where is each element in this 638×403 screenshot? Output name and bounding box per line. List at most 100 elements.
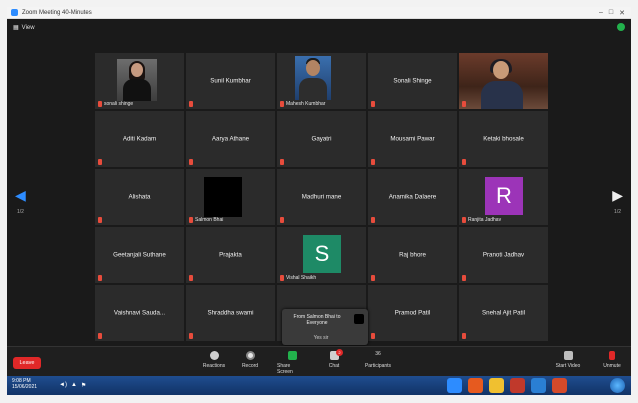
profile-photo: [295, 56, 331, 100]
profile-photo: [117, 59, 157, 101]
participant-name: Shraddha swami: [207, 309, 254, 317]
next-page-arrow-icon[interactable]: ▶: [612, 187, 623, 204]
minimize-icon[interactable]: –: [599, 9, 603, 17]
chat-unread-badge: 2: [336, 349, 343, 356]
start-button-icon[interactable]: [610, 378, 625, 393]
chat-notification[interactable]: From Salmon Bhai to Everyone Yes sir: [282, 309, 368, 345]
window-controls: – □ ✕: [599, 9, 625, 17]
record-icon: [245, 351, 255, 360]
participant-name: Mahesh Kumbhar: [286, 101, 326, 107]
flag-icon[interactable]: ⚑: [81, 382, 86, 389]
zoom-taskbar-icon[interactable]: [447, 378, 462, 393]
muted-mic-icon: [189, 159, 193, 165]
muted-mic-icon: [280, 275, 284, 281]
participant-tile[interactable]: Pranoti Jadhav: [459, 227, 548, 283]
meeting-toolbar: Leave Reactions Record Share Screen 2 Ch…: [7, 346, 631, 376]
taskbar-clock[interactable]: 9:08 PM 15/06/2021: [12, 378, 37, 390]
participant-tile[interactable]: Shraddha swami: [186, 285, 275, 341]
participant-tile[interactable]: Pramod Patil: [368, 285, 457, 341]
participant-name: Madhuri mane: [301, 193, 342, 201]
participant-tile[interactable]: Ketaki bhosale: [459, 111, 548, 167]
share-screen-label: Share Screen: [277, 363, 293, 375]
participant-tile[interactable]: Salmon Bhai: [186, 169, 275, 225]
network-icon[interactable]: ▲: [71, 382, 77, 389]
participant-name: Geetanjali Suthane: [113, 251, 166, 259]
participant-tile[interactable]: Anamika Dalaere: [368, 169, 457, 225]
windows-taskbar: 9:08 PM 15/06/2021 ◄) ▲ ⚑: [7, 376, 631, 395]
profile-photo: [204, 177, 242, 217]
previous-page-arrow-icon[interactable]: ◀: [15, 187, 26, 204]
view-label: View: [21, 24, 35, 31]
office-taskbar-icon[interactable]: [552, 378, 567, 393]
participant-name: Ranjita Jadhav: [468, 217, 502, 223]
muted-mic-icon: [189, 333, 193, 339]
page-indicator-right: 1/2: [614, 209, 621, 215]
chat-notification-message: Yes sir: [313, 335, 329, 341]
security-shield-icon[interactable]: [617, 23, 625, 31]
participant-name: sonali shinge: [104, 101, 134, 107]
muted-mic-icon: [280, 101, 284, 107]
participant-tile[interactable]: [459, 53, 548, 109]
participant-video: [459, 53, 548, 109]
participant-tile[interactable]: Snehal Ajit Patil: [459, 285, 548, 341]
participant-tile[interactable]: Gayatri: [277, 111, 366, 167]
participant-name: Aditi Kadam: [122, 135, 157, 143]
record-button[interactable]: Record: [235, 351, 265, 369]
taskbar-apps: [447, 378, 567, 393]
participant-name: Ketaki bhosale: [483, 135, 524, 143]
participant-tile[interactable]: Mousami Pawar: [368, 111, 457, 167]
muted-mic-icon: [280, 159, 284, 165]
participant-tile[interactable]: Vaishnavi Sauda...: [95, 285, 184, 341]
folder-taskbar-icon[interactable]: [489, 378, 504, 393]
page-indicator-left: 1/2: [17, 209, 24, 215]
muted-mic-icon: [609, 351, 615, 360]
participant-name: Raj bhore: [399, 251, 426, 259]
view-button[interactable]: ▦ View: [13, 24, 35, 32]
muted-mic-icon: [98, 159, 102, 165]
participant-name: Alishata: [128, 193, 151, 201]
media-taskbar-icon[interactable]: [531, 378, 546, 393]
participant-name: Vishal Shaikh: [286, 275, 317, 281]
participant-tile[interactable]: R Ranjita Jadhav: [459, 169, 548, 225]
participant-tile[interactable]: Madhuri mane: [277, 169, 366, 225]
muted-mic-icon: [371, 217, 375, 223]
reactions-button[interactable]: Reactions: [199, 351, 229, 369]
participant-tile[interactable]: Sunil Kumbhar: [186, 53, 275, 109]
app-taskbar-icon[interactable]: [510, 378, 525, 393]
muted-mic-icon: [98, 101, 102, 107]
participant-grid: sonali shinge Sunil Kumbhar Mahesh Kumbhar…: [95, 53, 551, 343]
participant-tile[interactable]: Alishata: [95, 169, 184, 225]
participant-name: Vaishnavi Sauda...: [113, 309, 166, 317]
participant-tile[interactable]: Geetanjali Suthane: [95, 227, 184, 283]
participant-tile[interactable]: Mahesh Kumbhar: [277, 53, 366, 109]
muted-mic-icon: [189, 217, 193, 223]
window-titlebar: Zoom Meeting 40-Minutes – □ ✕: [7, 7, 631, 19]
avatar-letter: R: [485, 177, 523, 215]
video-off-icon: [563, 351, 573, 360]
participant-tile[interactable]: Prajakta: [186, 227, 275, 283]
muted-mic-icon: [371, 333, 375, 339]
participant-tile[interactable]: Raj bhore: [368, 227, 457, 283]
participants-button[interactable]: 36 Participants: [363, 351, 393, 369]
muted-mic-icon: [98, 275, 102, 281]
avatar-letter: S: [303, 235, 341, 273]
maximize-icon[interactable]: □: [609, 9, 613, 17]
start-video-button[interactable]: Start Video: [553, 351, 583, 369]
muted-mic-icon: [98, 217, 102, 223]
participant-tile[interactable]: Aarya Athane: [186, 111, 275, 167]
participant-tile[interactable]: S Vishal Shaikh: [277, 227, 366, 283]
close-icon[interactable]: ✕: [619, 9, 625, 17]
leave-button[interactable]: Leave: [13, 357, 41, 369]
muted-mic-icon: [189, 101, 193, 107]
participant-name: Sunil Kumbhar: [210, 77, 251, 85]
participant-tile[interactable]: Sonali Shinge: [368, 53, 457, 109]
muted-mic-icon: [371, 101, 375, 107]
participant-tile[interactable]: Aditi Kadam: [95, 111, 184, 167]
participant-name: Snehal Ajit Patil: [482, 309, 525, 317]
browser-taskbar-icon[interactable]: [468, 378, 483, 393]
chat-button[interactable]: 2 Chat: [319, 349, 349, 369]
share-screen-button[interactable]: Share Screen: [277, 351, 307, 375]
volume-icon[interactable]: ◄): [59, 382, 67, 389]
unmute-button[interactable]: Unmute: [597, 351, 627, 369]
participant-tile[interactable]: sonali shinge: [95, 53, 184, 109]
